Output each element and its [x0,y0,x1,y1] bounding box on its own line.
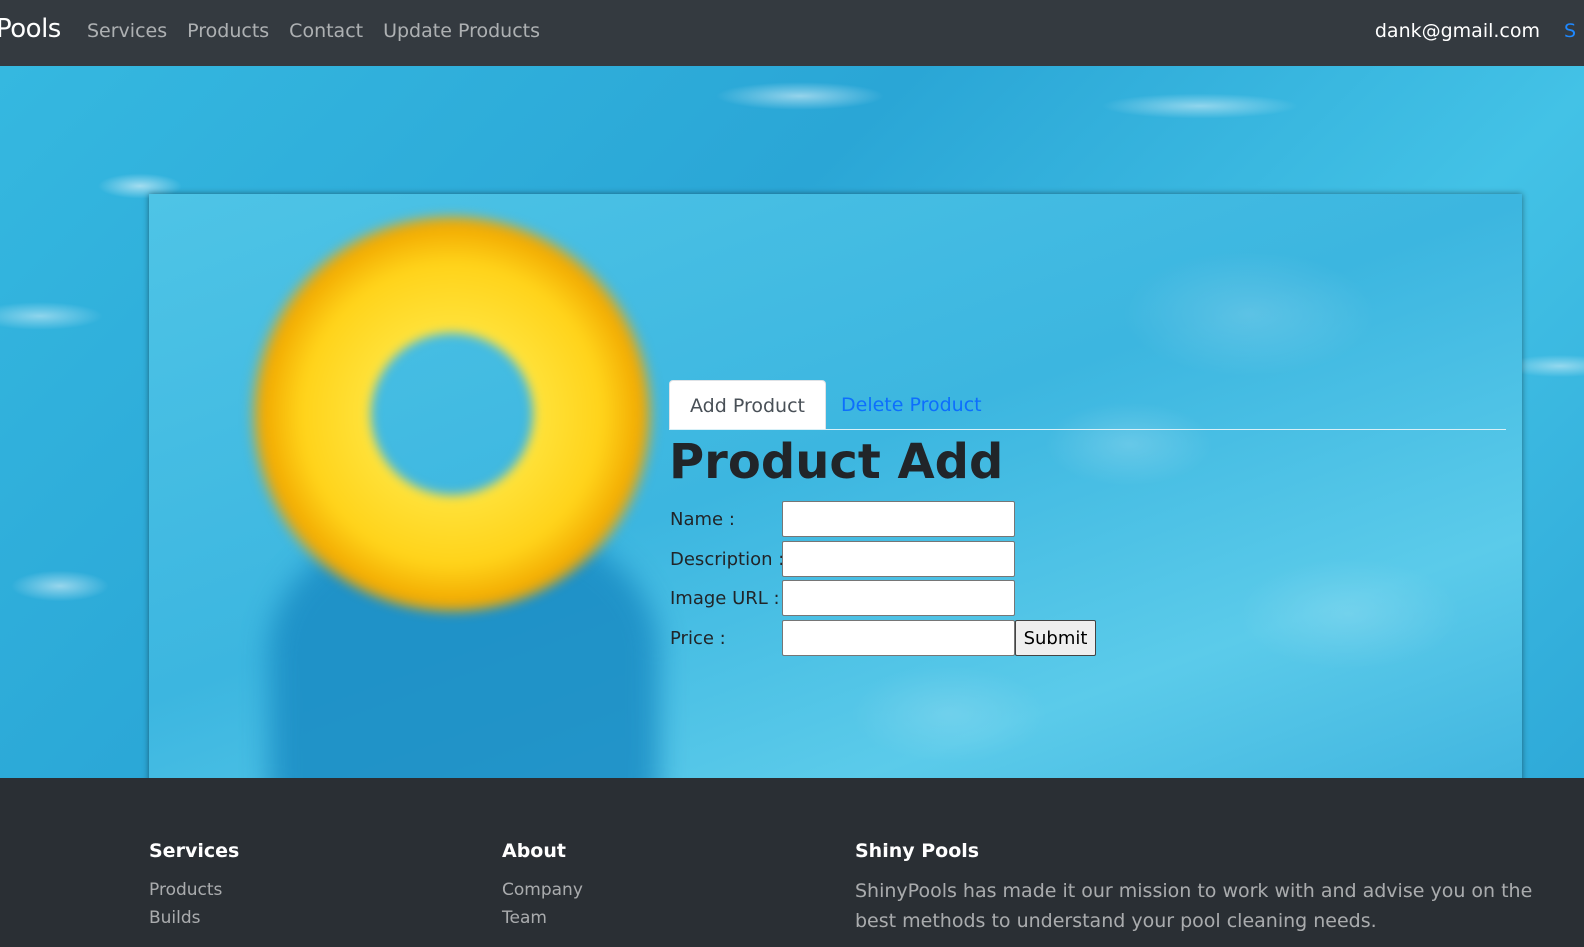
footer-company-heading: Shiny Pools [855,840,980,862]
nav-link-contact[interactable]: Contact [289,20,363,42]
submit-button[interactable]: Submit [1015,620,1096,656]
image-url-label: Image URL : [670,588,780,609]
pool-background: Add Product Delete Product Product Add N… [0,66,1584,818]
user-email: dank@gmail.com [1374,20,1540,42]
footer-link-products[interactable]: Products [149,876,239,904]
footer: Services Products Builds About Company T… [0,778,1584,947]
tab-delete-product[interactable]: Delete Product [821,380,1002,429]
description-label: Description : [670,549,785,570]
footer-about-heading: About [502,840,566,862]
price-input[interactable] [782,620,1015,656]
nav-link-update-products[interactable]: Update Products [383,20,540,42]
footer-link-builds[interactable]: Builds [149,904,239,932]
brand-logo[interactable]: Pools [0,14,61,44]
footer-services-heading: Services [149,840,240,862]
description-input[interactable] [782,541,1015,577]
image-url-input[interactable] [782,580,1015,616]
footer-link-team[interactable]: Team [502,904,583,932]
footer-link-company[interactable]: Company [502,876,583,904]
footer-company-text: ShinyPools has made it our mission to wo… [855,880,1533,932]
top-navbar: Pools Services Products Contact Update P… [0,0,1584,66]
footer-services-column: Services Products Builds [149,840,239,932]
footer-company-column: Shiny Pools ShinyPools has made it our m… [855,840,1545,936]
name-label: Name : [670,509,735,530]
pool-float-image [247,214,657,614]
product-panel: Add Product Delete Product Product Add N… [149,194,1522,818]
price-label: Price : [670,628,726,649]
signout-link[interactable]: S [1564,20,1584,42]
product-tabs: Add Product Delete Product [669,380,1506,430]
nav-link-products[interactable]: Products [187,20,269,42]
name-input[interactable] [782,501,1015,537]
nav-link-services[interactable]: Services [87,20,167,42]
page-title: Product Add [669,434,1004,490]
nav-links: Services Products Contact Update Product… [87,20,540,42]
footer-about-column: About Company Team [502,840,583,932]
tab-add-product[interactable]: Add Product [669,380,826,429]
